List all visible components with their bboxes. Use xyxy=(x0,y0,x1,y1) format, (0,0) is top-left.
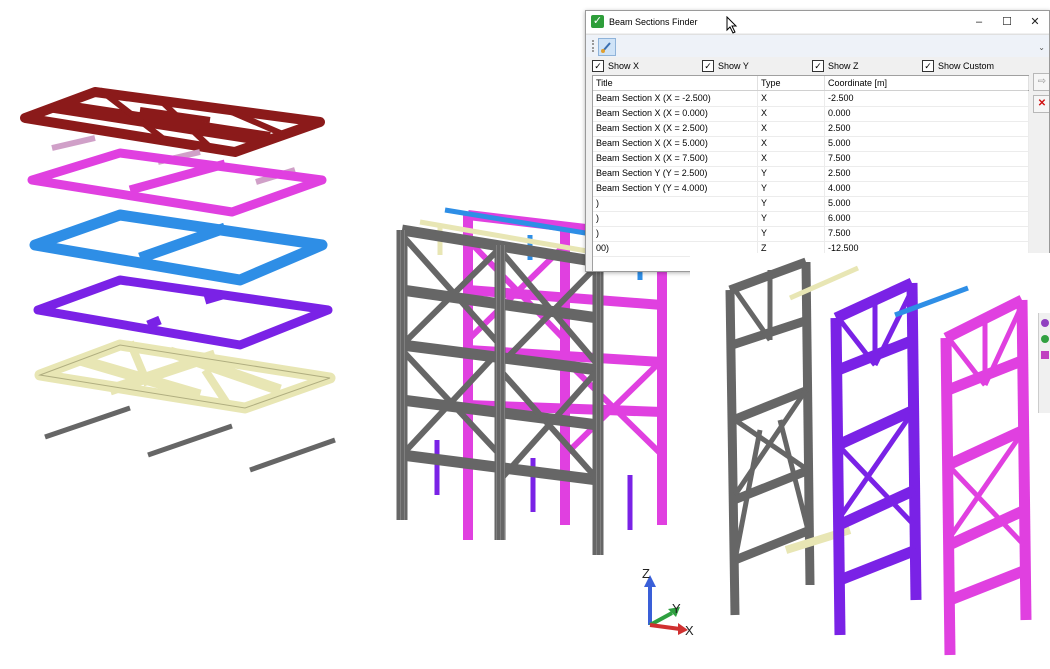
checkbox-checked-icon: ✓ xyxy=(812,60,824,72)
table-row[interactable]: Beam Section X (X = 5.000) X 5.000 xyxy=(593,136,1029,152)
close-button[interactable]: ✕ xyxy=(1020,11,1049,33)
right-frame-gray xyxy=(725,257,815,616)
table-row[interactable]: ) Y 7.500 xyxy=(593,226,1029,242)
axis-y-label: Y xyxy=(672,601,681,616)
show-custom-label: Show Custom xyxy=(938,61,995,71)
table-row[interactable]: Beam Section X (X = 7.500) X 7.500 xyxy=(593,151,1029,167)
cell-type: Y xyxy=(758,211,825,226)
cell-coord: 7.500 xyxy=(825,151,1029,166)
column-coordinate[interactable]: Coordinate [m] xyxy=(825,76,1029,90)
show-x-label: Show X xyxy=(608,61,640,71)
axis-x-label: X xyxy=(685,623,694,638)
minimize-button[interactable]: – xyxy=(964,11,994,33)
tool-icon[interactable] xyxy=(1041,319,1049,327)
toolbar-overflow-icon[interactable]: ⌄ xyxy=(1038,43,1045,52)
cell-coord: 5.000 xyxy=(825,196,1029,211)
right-frame-magenta xyxy=(940,295,1032,656)
cell-coord: 2.500 xyxy=(825,121,1029,136)
cell-title: Beam Section Y (Y = 4.000) xyxy=(593,181,758,196)
cell-title: Beam Section X (X = 0.000) xyxy=(593,106,758,121)
column-title[interactable]: Title xyxy=(593,76,758,90)
gray-beams xyxy=(44,405,336,473)
show-z-checkbox[interactable]: ✓ Show Z xyxy=(812,59,859,73)
floor-blue xyxy=(29,209,328,286)
delete-section-button[interactable]: ✕ xyxy=(1033,95,1049,113)
toolbar-grip-icon[interactable] xyxy=(592,40,596,52)
show-x-checkbox[interactable]: ✓ Show X xyxy=(592,59,639,73)
cell-type: Y xyxy=(758,226,825,241)
show-z-label: Show Z xyxy=(828,61,859,71)
check-app-icon: ✓ xyxy=(591,15,604,28)
checkbox-checked-icon: ✓ xyxy=(922,60,934,72)
cell-coord: 6.000 xyxy=(825,211,1029,226)
cell-title: Beam Section X (X = 5.000) xyxy=(593,136,758,151)
cell-type: Y xyxy=(758,166,825,181)
column-type[interactable]: Type xyxy=(758,76,825,90)
title-bar[interactable]: ✓ Beam Sections Finder – ☐ ✕ xyxy=(586,11,1049,33)
sections-table[interactable]: Title Type Coordinate [m] Beam Section X… xyxy=(592,75,1029,271)
right-frames-view xyxy=(725,257,1032,656)
right-frame-purple xyxy=(830,278,922,636)
add-section-button[interactable]: ⇨ xyxy=(1033,73,1049,91)
cell-type: X xyxy=(758,121,825,136)
cell-title: Beam Section X (X = 7.500) xyxy=(593,151,758,166)
filter-bar: ✓ Show X ✓ Show Y ✓ Show Z ✓ Show Custom xyxy=(586,57,1049,75)
show-custom-checkbox[interactable]: ✓ Show Custom xyxy=(922,59,994,73)
table-row[interactable]: Beam Section Y (Y = 2.500) Y 2.500 xyxy=(593,166,1029,182)
show-y-label: Show Y xyxy=(718,61,749,71)
cell-title: Beam Section Y (Y = 2.500) xyxy=(593,166,758,181)
cell-title: ) xyxy=(593,196,758,211)
dialog-side-toolbar-remnant xyxy=(1038,313,1050,413)
cell-title: Beam Section X (X = 2.500) xyxy=(593,121,758,136)
checkbox-checked-icon: ✓ xyxy=(592,60,604,72)
table-row[interactable]: Beam Section X (X = -2.500) X -2.500 xyxy=(593,91,1029,107)
tool-icon[interactable] xyxy=(1041,351,1049,359)
cell-title: ) xyxy=(593,211,758,226)
pick-brush-button[interactable] xyxy=(598,38,616,56)
cell-type: X xyxy=(758,91,825,106)
cell-type: Y xyxy=(758,196,825,211)
cell-type: X xyxy=(758,136,825,151)
axis-z-label: Z xyxy=(642,566,650,581)
floor-magenta xyxy=(27,148,327,217)
beam-sections-finder-dialog[interactable]: ✓ Beam Sections Finder – ☐ ✕ ⌄ ✓ Show X … xyxy=(585,10,1050,272)
cell-title: ) xyxy=(593,226,758,241)
table-header: Title Type Coordinate [m] xyxy=(593,76,1029,91)
dialog-title: Beam Sections Finder xyxy=(609,17,698,27)
table-row[interactable]: ) Y 5.000 xyxy=(593,196,1029,212)
table-row[interactable]: Beam Section X (X = 0.000) X 0.000 xyxy=(593,106,1029,122)
brush-icon xyxy=(601,42,611,53)
table-row[interactable]: Beam Section X (X = 2.500) X 2.500 xyxy=(593,121,1029,137)
cell-title: Beam Section X (X = -2.500) xyxy=(593,91,758,106)
maximize-button[interactable]: ☐ xyxy=(992,11,1022,33)
cell-coord: 2.500 xyxy=(825,166,1029,181)
cell-type: X xyxy=(758,151,825,166)
cell-coord: 5.000 xyxy=(825,136,1029,151)
table-row[interactable]: ) Y 6.000 xyxy=(593,211,1029,227)
tool-icon[interactable] xyxy=(1041,335,1049,343)
dialog-toolbar: ⌄ xyxy=(586,34,1049,57)
cell-coord: -2.500 xyxy=(825,91,1029,106)
floor-purple xyxy=(33,275,333,350)
show-y-checkbox[interactable]: ✓ Show Y xyxy=(702,59,749,73)
checkbox-checked-icon: ✓ xyxy=(702,60,714,72)
table-row[interactable]: Beam Section Y (Y = 4.000) Y 4.000 xyxy=(593,181,1029,197)
cell-coord: 7.500 xyxy=(825,226,1029,241)
cell-type: X xyxy=(758,106,825,121)
cell-coord: 4.000 xyxy=(825,181,1029,196)
cell-type: Y xyxy=(758,181,825,196)
right-frames-panel xyxy=(690,253,1050,664)
mouse-cursor-icon xyxy=(726,16,738,34)
cell-coord: 0.000 xyxy=(825,106,1029,121)
